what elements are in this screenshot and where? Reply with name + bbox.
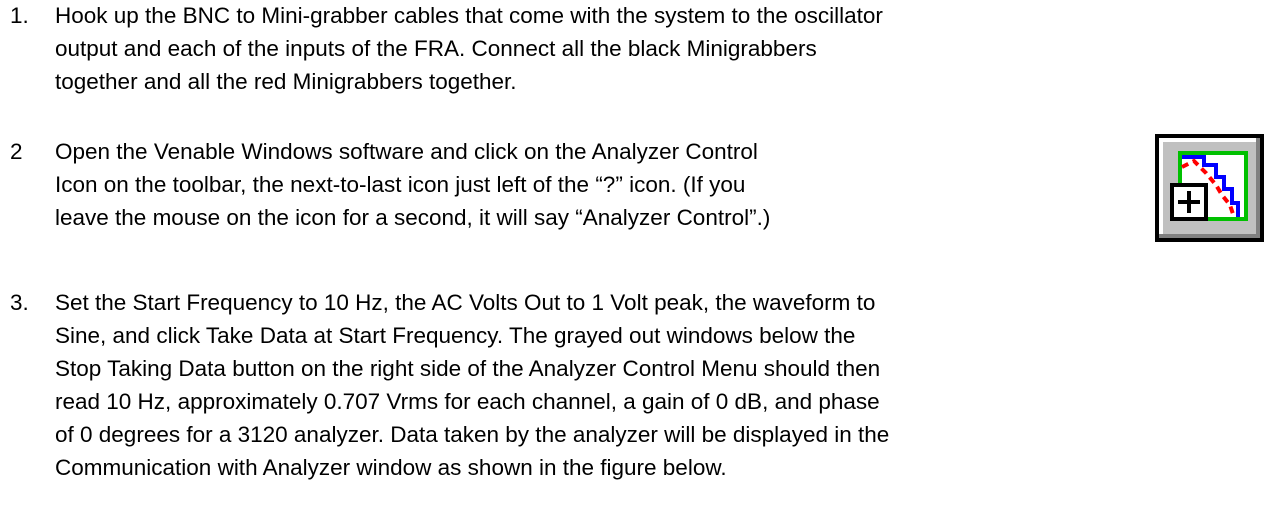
step-number: 2 [10,139,23,164]
step-text-line: leave the mouse on the icon for a second… [55,205,771,230]
step-text-line: Icon on the toolbar, the next-to-last ic… [55,172,746,197]
step-text-line: Hook up the BNC to Mini-grabber cables t… [55,3,883,28]
step-text-line: Open the Venable Windows software and cl… [55,139,758,164]
step-text-line: of 0 degrees for a 3120 analyzer. Data t… [55,422,890,447]
step-text-line: Sine, and click Take Data at Start Frequ… [55,323,856,348]
step-number: 3. [10,290,29,315]
step-text-line: together and all the red Minigrabbers to… [55,69,517,94]
step-text-line: Stop Taking Data button on the right sid… [55,356,881,381]
analyzer-control-icon [1154,133,1265,243]
step-number: 1. [10,3,29,28]
step-text-line: output and each of the inputs of the FRA… [55,36,817,61]
step-text-line: Communication with Analyzer window as sh… [55,455,727,480]
step-text-line: Set the Start Frequency to 10 Hz, the AC… [55,290,876,315]
document-page: 1. Hook up the BNC to Mini-grabber cable… [0,0,1269,515]
step-text-line: read 10 Hz, approximately 0.707 Vrms for… [55,389,880,414]
